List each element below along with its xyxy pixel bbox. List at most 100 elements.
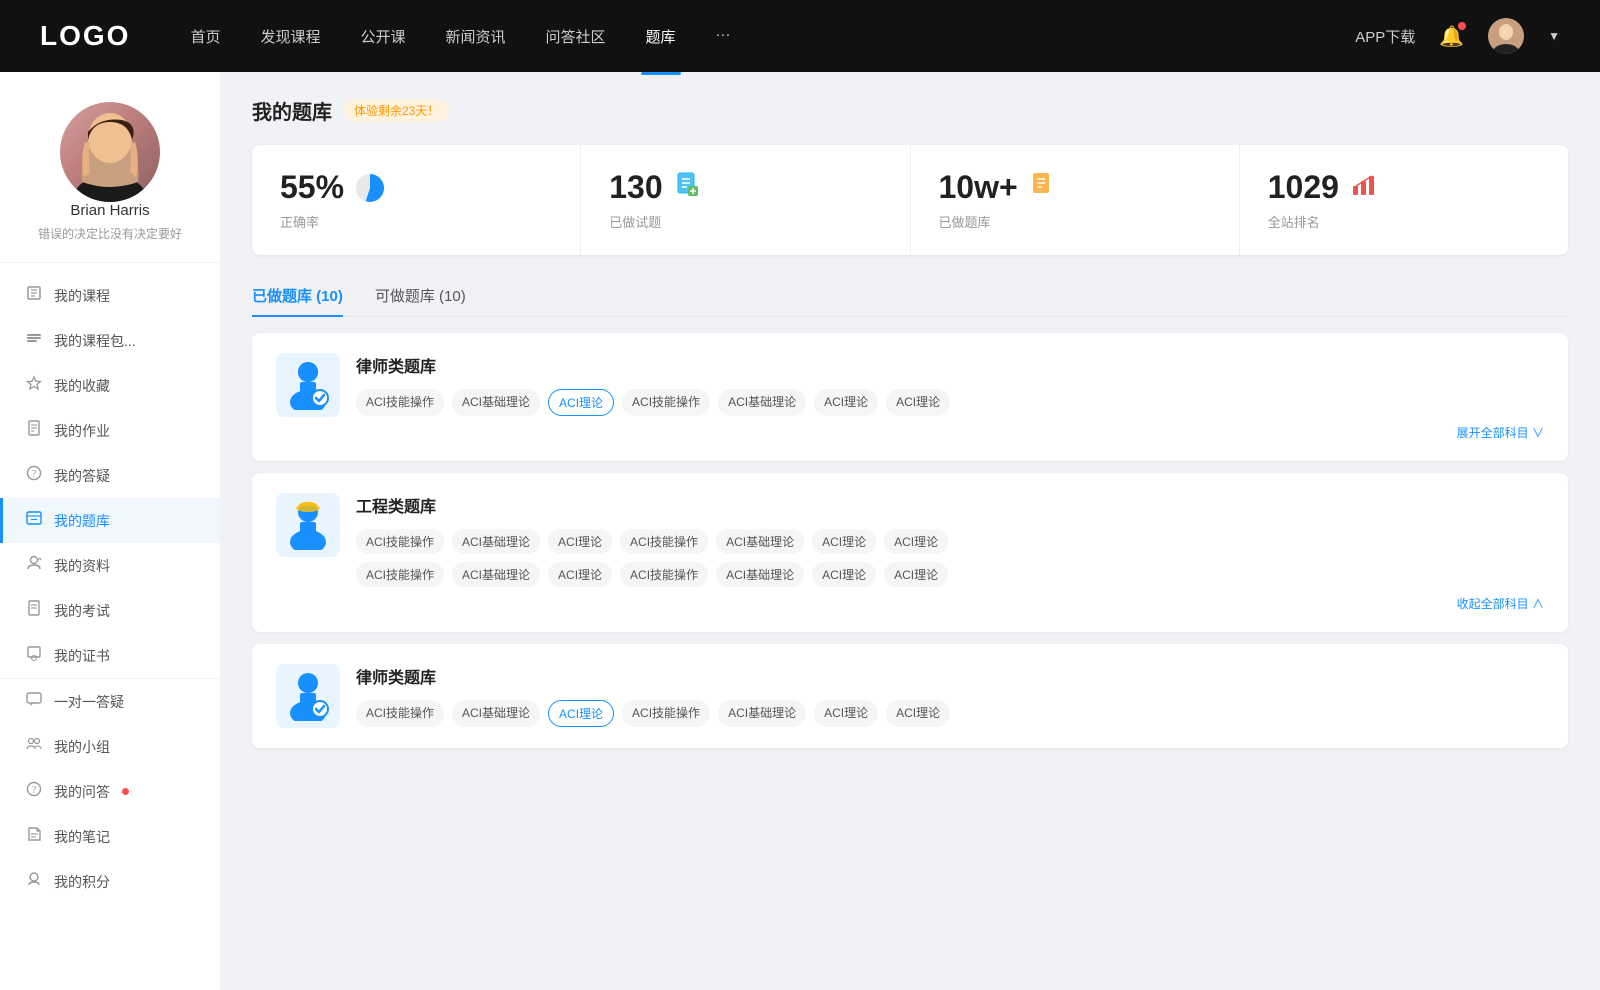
- sidebar-item-course-package[interactable]: 我的课程包...: [0, 318, 220, 363]
- nav-home[interactable]: 首页: [190, 22, 220, 51]
- tag[interactable]: ACI基础理论: [452, 700, 540, 727]
- sidebar-label: 我的题库: [54, 511, 110, 531]
- nav-more[interactable]: ···: [716, 22, 731, 51]
- sidebar-item-certificate[interactable]: 我的证书: [0, 633, 220, 678]
- qbank-body-1: 律师类题库 ACI技能操作 ACI基础理论 ACI理论 ACI技能操作 ACI基…: [356, 353, 1544, 441]
- profile-icon: [24, 555, 44, 576]
- stat-ranking: 1029 全站排名: [1240, 145, 1568, 255]
- tag-active[interactable]: ACI理论: [548, 389, 614, 416]
- collapse-btn-2[interactable]: 收起全部科目 ∧: [356, 595, 1544, 612]
- qbank-title-1: 律师类题库: [356, 353, 1544, 377]
- tag[interactable]: ACI理论: [812, 562, 876, 587]
- logo: LOGO: [40, 20, 130, 52]
- homework-icon: [24, 420, 44, 441]
- profile-section: Brian Harris 错误的决定比没有决定要好: [0, 72, 220, 263]
- profile-avatar: [60, 102, 160, 202]
- tag[interactable]: ACI理论: [884, 529, 948, 554]
- sidebar-item-qbank[interactable]: 我的题库: [0, 498, 220, 543]
- tag[interactable]: ACI基础理论: [718, 700, 806, 727]
- tag[interactable]: ACI技能操作: [620, 529, 708, 554]
- tags-row-1: ACI技能操作 ACI基础理论 ACI理论 ACI技能操作 ACI基础理论 AC…: [356, 389, 1544, 416]
- tags-row-2b: ACI技能操作 ACI基础理论 ACI理论 ACI技能操作 ACI基础理论 AC…: [356, 562, 1544, 587]
- avatar-image: [1488, 18, 1524, 54]
- sidebar-item-exam[interactable]: 我的考试: [0, 588, 220, 633]
- sidebar-item-homework[interactable]: 我的作业: [0, 408, 220, 453]
- app-download-btn[interactable]: APP下载: [1355, 26, 1415, 47]
- nav-open[interactable]: 公开课: [360, 22, 405, 51]
- tags-row-2a: ACI技能操作 ACI基础理论 ACI理论 ACI技能操作 ACI基础理论 AC…: [356, 529, 1544, 554]
- tag[interactable]: ACI理论: [886, 389, 950, 416]
- sidebar-label: 我的课程包...: [54, 331, 136, 351]
- tag[interactable]: ACI技能操作: [356, 529, 444, 554]
- sidebar-item-notes[interactable]: 我的笔记: [0, 814, 220, 859]
- tag[interactable]: ACI理论: [548, 562, 612, 587]
- stat-label: 正确率: [280, 212, 552, 231]
- tag[interactable]: ACI基础理论: [718, 389, 806, 416]
- sidebar-item-myqa[interactable]: ? 我的问答: [0, 769, 220, 814]
- certificate-icon: [24, 645, 44, 666]
- nav-qa[interactable]: 问答社区: [546, 22, 606, 51]
- profile-name: Brian Harris: [70, 202, 149, 219]
- qbank-icon-lawyer-3: [276, 664, 340, 728]
- tag-active[interactable]: ACI理论: [548, 700, 614, 727]
- tag[interactable]: ACI基础理论: [452, 529, 540, 554]
- sidebar-label: 我的问答: [54, 782, 110, 802]
- myqa-icon: ?: [24, 781, 44, 802]
- pie-chart-icon: [356, 174, 384, 202]
- qbank-card-3: 律师类题库 ACI技能操作 ACI基础理论 ACI理论 ACI技能操作 ACI基…: [252, 644, 1568, 748]
- tag[interactable]: ACI理论: [812, 529, 876, 554]
- tag[interactable]: ACI理论: [884, 562, 948, 587]
- engineer-icon: [286, 500, 330, 550]
- sidebar-label: 我的小组: [54, 737, 110, 757]
- notification-bell[interactable]: 🔔: [1439, 24, 1464, 49]
- nav-qbank[interactable]: 题库: [646, 22, 676, 51]
- tag[interactable]: ACI技能操作: [620, 562, 708, 587]
- sidebar-item-1on1[interactable]: 一对一答疑: [0, 679, 220, 724]
- tag[interactable]: ACI基础理论: [452, 389, 540, 416]
- stat-done-questions: 130 已做试题: [581, 145, 910, 255]
- sidebar-item-profile[interactable]: 我的资料: [0, 543, 220, 588]
- avatar[interactable]: [1488, 18, 1524, 54]
- sidebar-label: 我的作业: [54, 421, 110, 441]
- sidebar-label: 我的收藏: [54, 376, 110, 396]
- tab-done[interactable]: 已做题库 (10): [252, 275, 343, 316]
- stat-value: 55%: [280, 169, 344, 206]
- profile-motto: 错误的决定比没有决定要好: [38, 225, 182, 242]
- tag[interactable]: ACI技能操作: [622, 700, 710, 727]
- chevron-down-icon[interactable]: ▼: [1548, 29, 1560, 43]
- tag[interactable]: ACI理论: [814, 389, 878, 416]
- tag[interactable]: ACI理论: [548, 529, 612, 554]
- tab-available[interactable]: 可做题库 (10): [375, 275, 466, 316]
- sidebar-item-group[interactable]: 我的小组: [0, 724, 220, 769]
- qbank-body-3: 律师类题库 ACI技能操作 ACI基础理论 ACI理论 ACI技能操作 ACI基…: [356, 664, 1544, 727]
- qbank-icon-engineer: [276, 493, 340, 557]
- expand-btn-1[interactable]: 展开全部科目 ∨: [356, 424, 1544, 441]
- tag[interactable]: ACI技能操作: [622, 389, 710, 416]
- tabs-row: 已做题库 (10) 可做题库 (10): [252, 275, 1568, 317]
- tag[interactable]: ACI理论: [886, 700, 950, 727]
- sidebar-label: 我的课程: [54, 286, 110, 306]
- qbank-header-2: 工程类题库 ACI技能操作 ACI基础理论 ACI理论 ACI技能操作 ACI基…: [276, 493, 1544, 612]
- tag[interactable]: ACI技能操作: [356, 562, 444, 587]
- tag[interactable]: ACI基础理论: [452, 562, 540, 587]
- doc-icon: [675, 172, 701, 204]
- sidebar-label: 一对一答疑: [54, 692, 124, 712]
- notification-indicator: [122, 788, 129, 795]
- svg-text:?: ?: [32, 785, 37, 796]
- tag[interactable]: ACI技能操作: [356, 700, 444, 727]
- lawyer-icon-3: [286, 671, 330, 721]
- nav-news[interactable]: 新闻资讯: [446, 22, 506, 51]
- nav-discover[interactable]: 发现课程: [260, 22, 320, 51]
- tag[interactable]: ACI基础理论: [716, 562, 804, 587]
- tag[interactable]: ACI技能操作: [356, 389, 444, 416]
- sidebar-item-courses[interactable]: 我的课程: [0, 273, 220, 318]
- sidebar-item-favorites[interactable]: 我的收藏: [0, 363, 220, 408]
- tag[interactable]: ACI基础理论: [716, 529, 804, 554]
- qbank-title-3: 律师类题库: [356, 664, 1544, 688]
- sidebar-label: 我的资料: [54, 556, 110, 576]
- sidebar-item-points[interactable]: 我的积分: [0, 859, 220, 904]
- tag[interactable]: ACI理论: [814, 700, 878, 727]
- sidebar-item-qa[interactable]: ? 我的答疑: [0, 453, 220, 498]
- navbar-right: APP下载 🔔 ▼: [1355, 18, 1560, 54]
- sidebar-menu: 我的课程 我的课程包... 我的收藏 我的作业: [0, 263, 220, 914]
